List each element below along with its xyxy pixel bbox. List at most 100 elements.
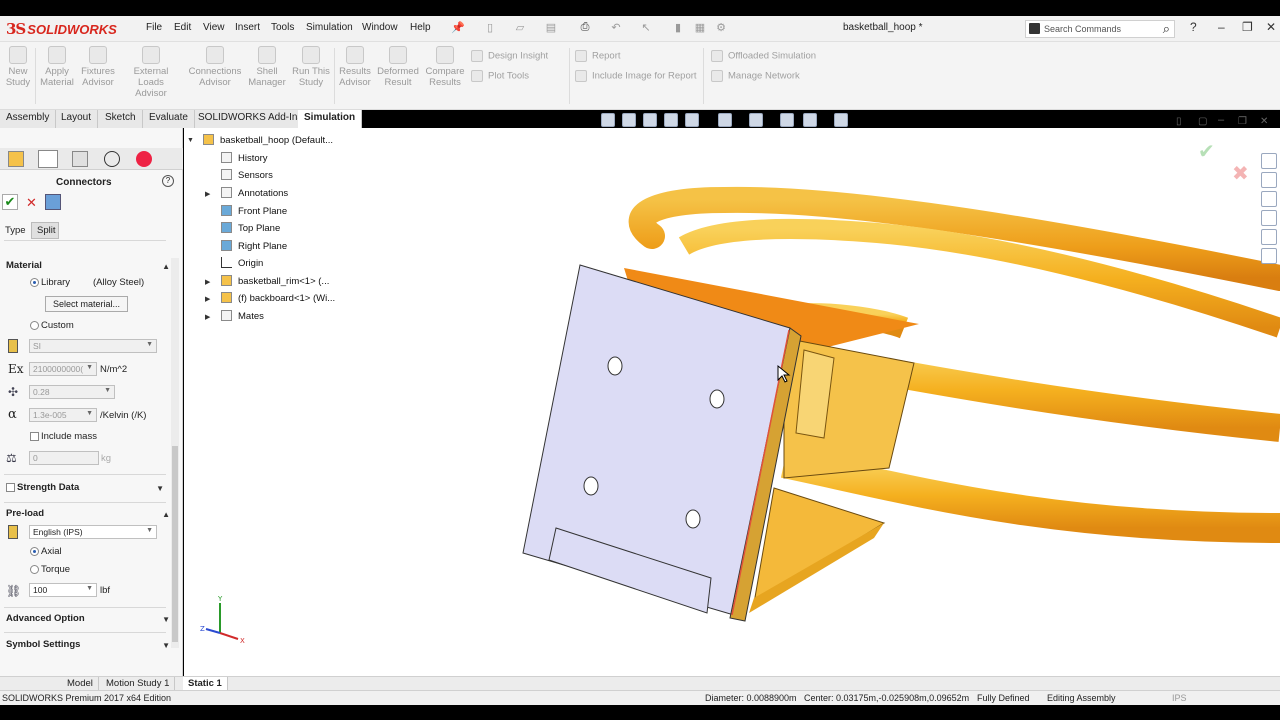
tree-item-history[interactable]: History	[221, 152, 268, 164]
manage-network-button[interactable]: Manage Network	[711, 70, 800, 82]
tree-root-assembly[interactable]: basketball_hoop (Default...	[203, 134, 333, 146]
apply-material-button[interactable]: Apply Material	[38, 46, 76, 88]
search-icon[interactable]: ⌕	[1163, 21, 1170, 37]
file-properties-icon[interactable]: ▦	[692, 21, 708, 35]
dynamic-annotation-icon[interactable]	[685, 113, 699, 127]
help-question-icon[interactable]: ?	[1190, 20, 1197, 34]
tree-item-basketball-rim[interactable]: basketball_rim<1> (...	[221, 275, 329, 287]
symbol-settings-header[interactable]: Symbol Settings ▼	[6, 639, 174, 657]
deformed-result-button[interactable]: Deformed Result	[376, 46, 420, 88]
menu-help[interactable]: Help	[410, 22, 431, 33]
hide-show-items-icon[interactable]	[780, 113, 794, 127]
menu-insert[interactable]: Insert	[235, 22, 260, 33]
tab-assembly[interactable]: Assembly	[0, 110, 57, 128]
tab-evaluate[interactable]: Evaluate	[143, 110, 195, 128]
preload-section-header[interactable]: Pre-load ▲	[6, 508, 174, 526]
solidworks-resources-icon[interactable]	[1261, 153, 1277, 169]
preload-value-field[interactable]: 100 ▼	[29, 583, 97, 597]
select-material-button[interactable]: Select material...	[45, 296, 128, 312]
material-section-header[interactable]: Material ▲	[6, 260, 174, 278]
expand-arrow-icon[interactable]: ▶	[205, 190, 210, 198]
view-close-icon[interactable]: ✕	[1260, 116, 1268, 127]
tab-simulation[interactable]: Simulation	[298, 110, 363, 128]
view-minimize-icon[interactable]: –	[1218, 114, 1224, 126]
help-icon[interactable]: ?	[162, 175, 174, 187]
torque-radio[interactable]	[30, 565, 39, 574]
close-button[interactable]: ✕	[1266, 20, 1276, 34]
view-restore-icon[interactable]: ❐	[1238, 116, 1247, 127]
tab-static-1[interactable]: Static 1	[183, 677, 228, 691]
tile-view-icon[interactable]: ▯	[1176, 116, 1182, 127]
tab-model[interactable]: Model	[62, 677, 99, 691]
strength-data-checkbox[interactable]	[6, 483, 15, 492]
zoom-to-fit-icon[interactable]	[601, 113, 615, 127]
minimize-button[interactable]: –	[1218, 20, 1225, 34]
rebuild-icon[interactable]: ▮	[670, 21, 686, 35]
preload-units-select[interactable]: English (IPS) ▼	[29, 525, 157, 539]
tab-motion-study-1[interactable]: Motion Study 1	[101, 677, 176, 691]
restore-button[interactable]: ❐	[1242, 20, 1253, 34]
design-insight-button[interactable]: Design Insight	[471, 50, 548, 62]
shell-manager-button[interactable]: Shell Manager	[248, 46, 286, 88]
view-orientation-icon[interactable]	[718, 113, 732, 127]
edit-appearance-icon[interactable]	[803, 113, 817, 127]
section-view-icon[interactable]	[664, 113, 678, 127]
custom-radio[interactable]	[30, 321, 39, 330]
expand-arrow-icon[interactable]: ▶	[205, 313, 210, 321]
collapse-arrow-icon[interactable]: ▼	[187, 137, 194, 144]
thermal-expansion-field[interactable]: 1.3e-005 ▼	[29, 408, 97, 422]
include-mass-checkbox[interactable]	[30, 432, 39, 441]
report-button[interactable]: Report	[575, 50, 621, 62]
elastic-modulus-field[interactable]: 2100000000(▼	[29, 362, 97, 376]
compare-results-button[interactable]: Compare Results	[424, 46, 466, 88]
pin-icon[interactable]: 📌	[450, 21, 466, 35]
expand-arrow-icon[interactable]: ▶	[205, 295, 210, 303]
mass-field[interactable]: 0	[29, 451, 99, 465]
open-document-icon[interactable]: ▱	[512, 21, 528, 35]
tab-sketch[interactable]: Sketch	[99, 110, 143, 128]
results-advisor-button[interactable]: Results Advisor	[337, 46, 373, 88]
select-icon[interactable]: ↖	[638, 21, 654, 35]
save-icon[interactable]: ▤	[543, 21, 559, 35]
new-document-icon[interactable]: ▯	[482, 21, 498, 35]
subtab-type[interactable]: Type	[2, 223, 30, 239]
tree-item-backboard[interactable]: (f) backboard<1> (Wi...	[221, 292, 335, 304]
library-radio[interactable]	[30, 278, 39, 287]
new-study-button[interactable]: New Study	[4, 46, 32, 88]
scrollbar-thumb[interactable]	[172, 446, 178, 642]
zoom-to-area-icon[interactable]	[622, 113, 636, 127]
ok-check-icon[interactable]: ✔	[2, 194, 18, 210]
feature-manager-icon[interactable]	[8, 151, 24, 167]
appearances-icon[interactable]	[1261, 229, 1277, 245]
run-this-study-button[interactable]: Run This Study	[291, 46, 331, 88]
custom-properties-icon[interactable]	[1261, 248, 1277, 264]
tree-item-origin[interactable]: Origin	[221, 257, 263, 269]
expand-arrow-icon[interactable]: ▶	[205, 278, 210, 286]
tree-item-front-plane[interactable]: Front Plane	[221, 205, 287, 217]
split-view-icon[interactable]: ▢	[1198, 116, 1207, 127]
display-style-icon[interactable]	[749, 113, 763, 127]
search-commands-input[interactable]: Search Commands ⌕	[1025, 20, 1175, 38]
tree-item-top-plane[interactable]: Top Plane	[221, 222, 280, 234]
external-loads-advisor-button[interactable]: External Loads Advisor	[120, 46, 182, 99]
property-manager-icon[interactable]	[38, 150, 58, 168]
solidworks-logo[interactable]: 3S SOLIDWORKS	[6, 18, 117, 40]
menu-file[interactable]: File	[146, 22, 162, 33]
configuration-manager-icon[interactable]	[72, 151, 88, 167]
material-units-select[interactable]: SI ▼	[29, 339, 157, 353]
tree-item-annotations[interactable]: Annotations	[221, 187, 288, 199]
plot-tools-button[interactable]: Plot Tools	[471, 70, 529, 82]
advanced-option-header[interactable]: Advanced Option ▼	[6, 613, 174, 631]
poisson-ratio-field[interactable]: 0.28 ▼	[29, 385, 115, 399]
tree-item-mates[interactable]: Mates	[221, 310, 264, 322]
menu-view[interactable]: View	[203, 22, 225, 33]
pushpin-icon[interactable]	[45, 194, 61, 210]
tree-item-right-plane[interactable]: Right Plane	[221, 240, 287, 252]
unit-system[interactable]: IPS	[1172, 693, 1187, 703]
file-explorer-icon[interactable]	[1261, 191, 1277, 207]
strength-data-header[interactable]: Strength Data ▼	[17, 482, 168, 500]
fixtures-advisor-button[interactable]: Fixtures Advisor	[79, 46, 117, 88]
tab-layout[interactable]: Layout	[55, 110, 99, 128]
print-icon[interactable]: ⎙	[577, 21, 593, 35]
cancel-x-icon[interactable]: ✕	[26, 195, 37, 211]
